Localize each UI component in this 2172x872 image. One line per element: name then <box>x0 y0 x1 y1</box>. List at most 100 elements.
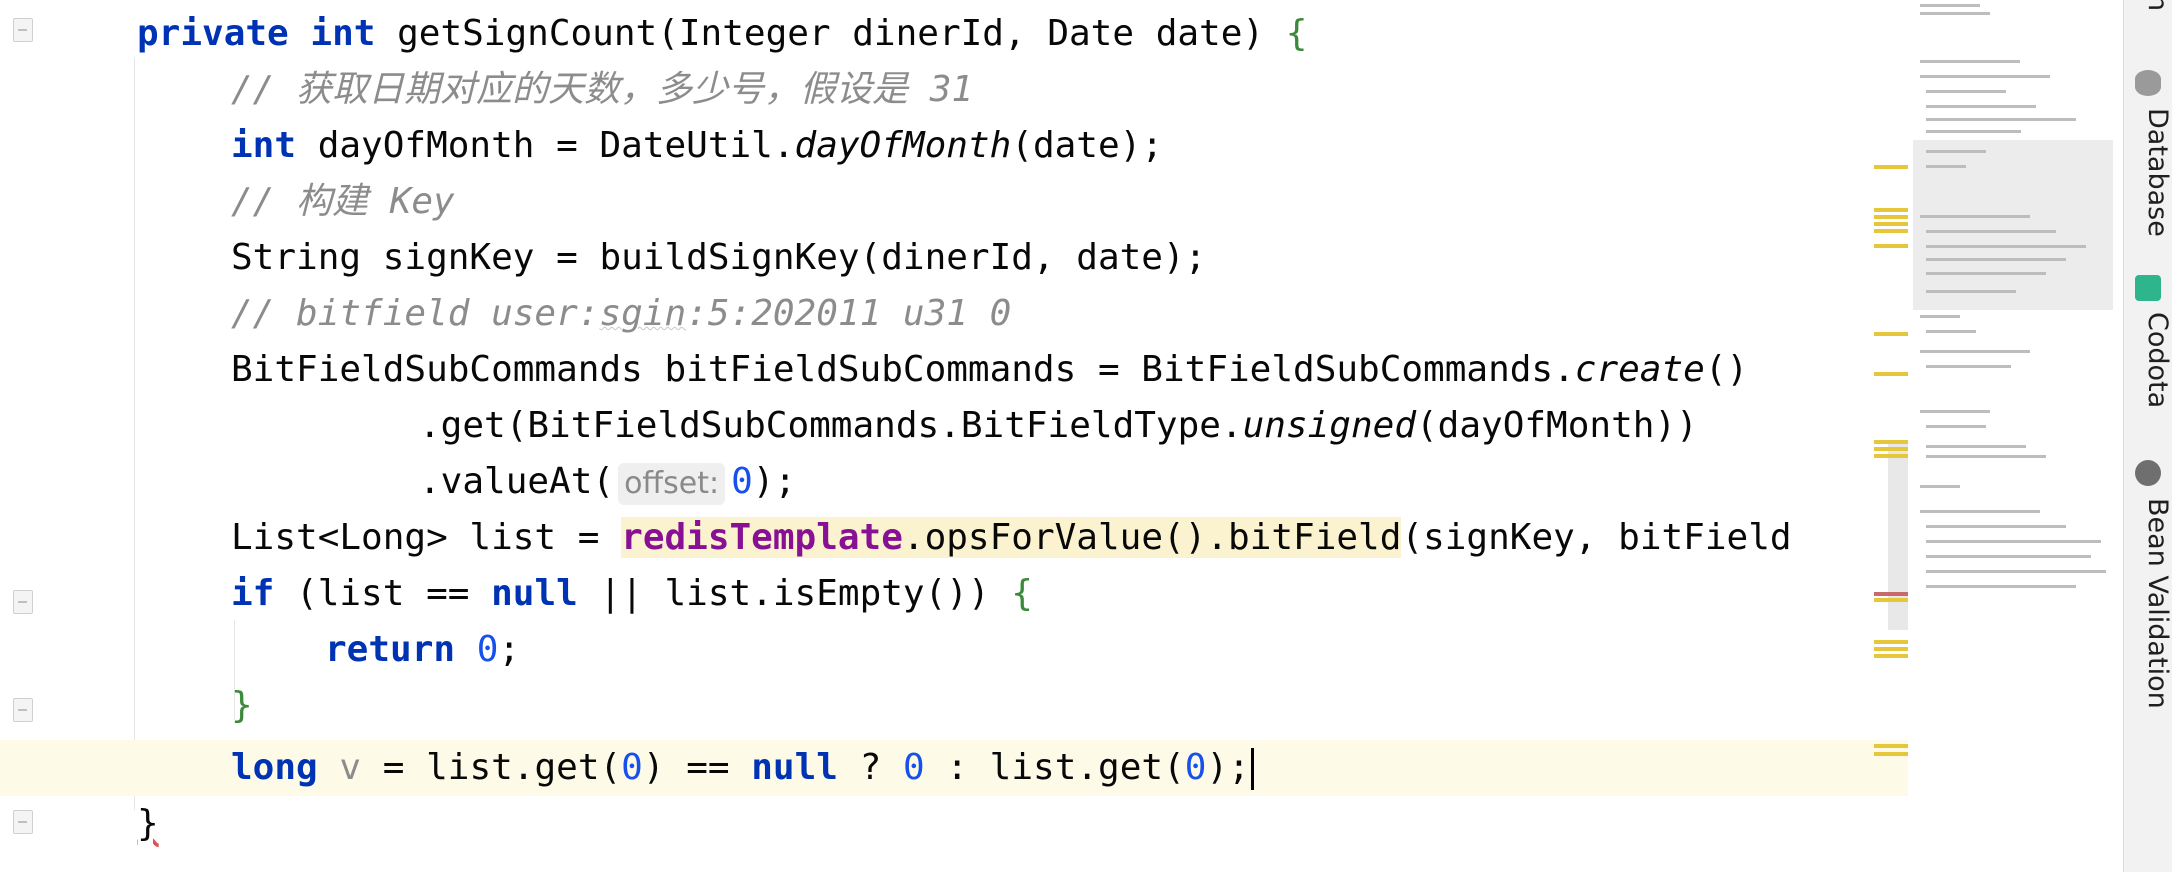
comment-typo: sgin <box>599 293 687 334</box>
tab-database[interactable]: Database <box>2124 108 2172 238</box>
minimap-line <box>1926 425 1986 428</box>
code-text: : list.get( <box>924 747 1185 788</box>
tab-bean-validation[interactable]: Bean Validation <box>2124 498 2172 728</box>
truncated-tab-label[interactable]: n <box>2124 0 2172 14</box>
comment: // 构建 Key <box>231 181 455 222</box>
warning-marker[interactable] <box>1874 744 1908 748</box>
database-icon <box>2135 70 2161 96</box>
code-text: ; <box>498 629 521 670</box>
minimap-line <box>1926 525 2066 528</box>
warning-marker[interactable] <box>1874 640 1908 644</box>
code-line-14-current[interactable]: long v = list.get(0) == null ? 0 : list.… <box>0 740 1908 796</box>
error-marker[interactable] <box>1874 592 1908 596</box>
keyword: null <box>491 573 578 614</box>
field-reference: redisTemplate <box>621 517 903 558</box>
minimap-line <box>1926 105 2036 108</box>
warning-marker[interactable] <box>1874 215 1908 219</box>
keyword: long <box>231 747 318 788</box>
code-line-15: } <box>0 796 159 852</box>
minimap-line <box>1926 365 2011 368</box>
code-text: = list.get( <box>361 747 622 788</box>
code-line-5: String signKey = buildSignKey(dinerId, d… <box>0 230 1206 286</box>
code-editor[interactable]: private int getSignCount(Integer dinerId… <box>0 0 1908 872</box>
number-literal: 0 <box>902 747 925 788</box>
minimap-line <box>1926 245 2086 248</box>
code-line-9: .valueAt(offset: 0); <box>0 454 796 510</box>
bean-validation-icon <box>2135 460 2161 486</box>
minimap-line <box>1920 410 1990 413</box>
warning-marker[interactable] <box>1874 332 1908 336</box>
number-literal: 0 <box>476 629 499 670</box>
minimap-line <box>1920 215 2030 218</box>
minimap-line <box>1926 555 2091 558</box>
comment: :5:202011 u31 0 <box>686 293 1012 334</box>
warning-marker[interactable] <box>1874 454 1908 458</box>
warning-marker[interactable] <box>1874 229 1908 233</box>
comment: // 获取日期对应的天数，多少号，假设是 31 <box>231 69 974 110</box>
tab-codota[interactable]: Codota <box>2124 312 2172 412</box>
unused-variable: v <box>339 747 362 788</box>
brace: { <box>1285 13 1308 54</box>
warning-marker[interactable] <box>1874 647 1908 651</box>
minimap-line <box>1926 445 2026 448</box>
code-text: ); <box>752 461 797 502</box>
code-text: ? <box>837 747 903 788</box>
minimap-line <box>1926 90 2006 93</box>
number-literal: 0 <box>1184 747 1207 788</box>
warning-marker[interactable] <box>1874 598 1908 602</box>
warning-marker[interactable] <box>1874 447 1908 451</box>
code-line-4: // 构建 Key <box>0 174 455 230</box>
code-minimap[interactable] <box>1908 0 2123 872</box>
keyword: if <box>231 573 275 614</box>
keyword: null <box>751 747 838 788</box>
code-line-13: } <box>0 678 253 734</box>
minimap-line <box>1926 272 2046 275</box>
code-line-6: // bitfield user:sgin:5:202011 u31 0 <box>0 286 1011 342</box>
codota-icon <box>2135 275 2161 301</box>
minimap-line <box>1926 118 2076 121</box>
code-text: (date); <box>1011 125 1163 166</box>
minimap-line <box>1926 290 2016 293</box>
keyword: int <box>231 125 297 166</box>
minimap-line <box>1920 12 1990 15</box>
minimap-line <box>1926 455 2046 458</box>
code-line-8: .get(BitFieldSubCommands.BitFieldType.un… <box>0 398 1698 454</box>
minimap-line <box>1926 540 2101 543</box>
code-line-11: if (list == null || list.isEmpty()) { <box>0 566 1033 622</box>
code-line-12: return 0; <box>0 622 520 678</box>
warning-marker[interactable] <box>1874 372 1908 376</box>
warning-marker[interactable] <box>1874 208 1908 212</box>
brace: { <box>1011 573 1033 614</box>
minimap-line <box>1920 510 2040 513</box>
code-line-1: private int getSignCount(Integer dinerId… <box>0 6 1307 62</box>
minimap-line <box>1926 585 2076 588</box>
brace: } <box>231 685 253 726</box>
static-method: dayOfMonth <box>794 125 1012 166</box>
brace: } <box>137 803 159 844</box>
code-text: BitFieldSubCommands bitFieldSubCommands … <box>231 349 1575 390</box>
comment: // bitfield user: <box>231 293 600 334</box>
code-text: () <box>1704 349 1749 390</box>
warning-marker[interactable] <box>1874 244 1908 248</box>
warning-marker[interactable] <box>1874 165 1908 169</box>
warning-marker[interactable] <box>1874 222 1908 226</box>
minimap-line <box>1926 150 1986 153</box>
number-literal: 0 <box>621 747 643 788</box>
code-text: || list.isEmpty()) <box>577 573 1012 614</box>
code-text: String signKey = buildSignKey(dinerId, d… <box>231 237 1207 278</box>
minimap-line <box>1926 165 1966 168</box>
static-method: unsigned <box>1242 405 1416 446</box>
parameter-hint: offset: <box>618 463 726 505</box>
code-line-3: int dayOfMonth = DateUtil.dayOfMonth(dat… <box>0 118 1163 174</box>
code-text: ) == <box>642 747 752 788</box>
keyword: int <box>310 13 376 54</box>
minimap-line <box>1920 60 2020 63</box>
code-text: .get(BitFieldSubCommands.BitFieldType. <box>419 405 1243 446</box>
code-line-7: BitFieldSubCommands bitFieldSubCommands … <box>0 342 1748 398</box>
warning-marker[interactable] <box>1874 654 1908 658</box>
code-text: List<Long> list = <box>231 517 622 558</box>
minimap-line <box>1926 570 2106 573</box>
warning-marker[interactable] <box>1874 752 1908 756</box>
code-text: dayOfMonth = DateUtil. <box>296 125 795 166</box>
warning-marker[interactable] <box>1874 440 1908 444</box>
